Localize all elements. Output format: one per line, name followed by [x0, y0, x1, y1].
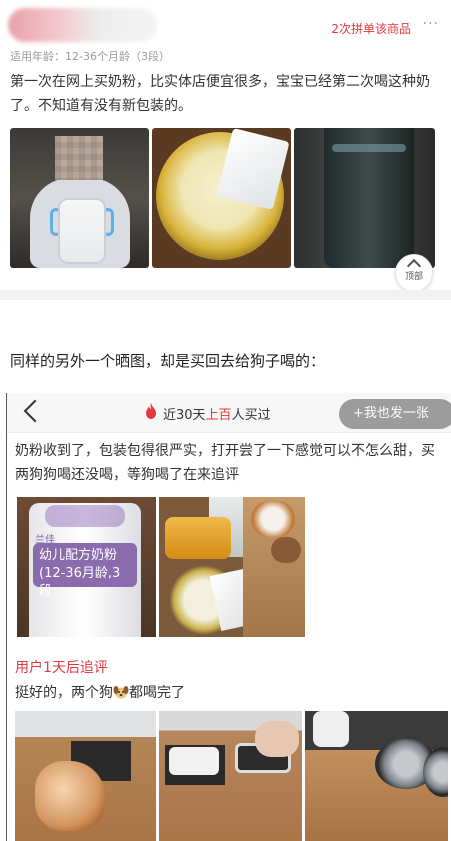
age-info: 适用年龄：12-36个月龄（3段） [10, 50, 170, 63]
product-label: 幼儿配方奶粉(12-36月龄,3段 [33, 543, 137, 599]
review-photo-formula-can[interactable]: 兰佳 幼儿配方奶粉(12-36月龄,3段 [17, 497, 156, 637]
second-screenshot: 近30天上百人买过 +我也发一张 奶粉收到了，包装包得很严实，打开尝了一下感觉可… [6, 393, 451, 841]
nav-title-highlight: 上百 [205, 408, 232, 423]
milk-bottle [58, 198, 106, 264]
back-arrow-icon[interactable] [23, 399, 47, 423]
dog [35, 761, 105, 831]
scoop [165, 517, 231, 559]
group-purchase-badge: 2次拼单该商品 [331, 22, 411, 36]
followup-photo-bowls[interactable] [159, 711, 302, 841]
review-card: 2次拼单该商品 ··· 适用年龄：12-36个月龄（3段） 第一次在网上买奶粉，… [0, 0, 451, 300]
followup-photo-empty-bowls[interactable] [305, 711, 448, 841]
second-dog [271, 537, 301, 563]
blurred-username-avatar [8, 8, 158, 42]
followup-text-before: 挺好的，两个狗 [15, 685, 113, 701]
nav-title: 近30天上百人买过 [163, 404, 271, 423]
followup-text: 挺好的，两个狗 都喝完了 [15, 682, 185, 702]
review-photo-tin[interactable] [294, 128, 435, 268]
dog-face [251, 501, 295, 537]
review-photo-open-can[interactable] [152, 128, 291, 268]
followup-photo-dog-drinking[interactable] [15, 711, 156, 841]
followup-text-after: 都喝完了 [129, 685, 185, 701]
feeder [313, 711, 349, 747]
nav-title-prefix: 近30天 [163, 408, 206, 423]
review-photo-baby[interactable] [10, 128, 149, 268]
hand [255, 721, 299, 757]
divider [0, 290, 451, 300]
more-options-icon[interactable]: ··· [423, 16, 439, 32]
review-nav-bar: 近30天上百人买过 +我也发一张 [7, 393, 451, 433]
nav-title-suffix: 人买过 [231, 408, 271, 423]
fire-icon [146, 403, 156, 419]
dog-emoji-icon [113, 686, 129, 699]
review-photo-dogs[interactable] [243, 497, 305, 637]
scroll-to-top-button[interactable]: 顶部 [395, 254, 433, 292]
tin-top-graphic [45, 505, 125, 527]
mosaic-face [55, 136, 103, 180]
feeder [169, 747, 219, 775]
tin-label [332, 144, 406, 152]
share-photo-button[interactable]: +我也发一张 [339, 399, 451, 429]
page: 2次拼单该商品 ··· 适用年龄：12-36个月龄（3段） 第一次在网上买奶粉，… [0, 0, 451, 841]
review-text: 奶粉收到了，包装包得很严实，打开尝了一下感觉可以不怎么甜，买两狗狗喝还没喝，等狗… [15, 443, 435, 483]
article-caption: 同样的另外一个晒图，却是买回去给狗子喝的： [10, 352, 326, 370]
review-text: 第一次在网上买奶粉，比实体店便宜很多，宝宝已经第二次喝这种奶了。不知道有没有新包… [10, 74, 430, 114]
followup-label: 用户1天后追评 [15, 660, 108, 676]
